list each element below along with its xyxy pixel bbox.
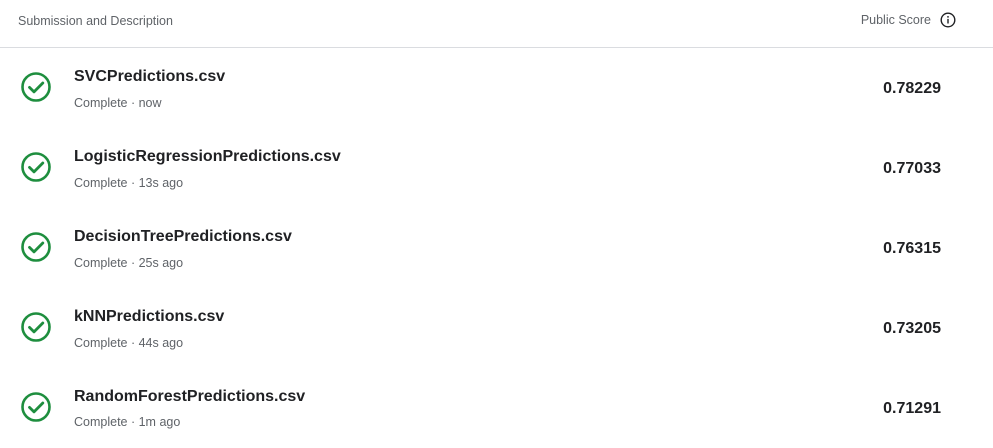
- public-score-label: Public Score: [860, 13, 931, 27]
- submission-row: LogisticRegressionPredictions.csv Comple…: [0, 128, 993, 208]
- submission-status: Complete · 13s ago: [74, 176, 184, 190]
- submission-status: Complete · 1m ago: [74, 415, 181, 429]
- check-circle-icon: [21, 72, 51, 102]
- score-column-header: Public Score: [861, 12, 956, 28]
- check-circle-icon: [21, 392, 51, 422]
- submission-column-header: Submission and Description: [18, 14, 173, 28]
- submission-row: RandomForestPredictions.csv Complete · 1…: [0, 368, 993, 448]
- info-icon[interactable]: [940, 12, 956, 28]
- submission-file-name[interactable]: kNNPredictions.csv: [74, 308, 224, 326]
- check-circle-icon: [21, 232, 51, 262]
- submission-status: Complete · now: [74, 96, 162, 110]
- public-score-value: 0.77033: [883, 160, 941, 177]
- submission-file-name[interactable]: RandomForestPredictions.csv: [74, 388, 305, 406]
- submission-row: SVCPredictions.csv Complete · now 0.7822…: [0, 48, 993, 128]
- submission-file-name[interactable]: DecisionTreePredictions.csv: [74, 228, 292, 246]
- public-score-value: 0.76315: [883, 240, 941, 257]
- submissions-table-header: Submission and Description Public Score: [0, 0, 993, 48]
- submission-status: Complete · 25s ago: [74, 256, 184, 270]
- check-circle-icon: [21, 312, 51, 342]
- submission-file-name[interactable]: LogisticRegressionPredictions.csv: [74, 148, 341, 166]
- public-score-value: 0.71291: [883, 400, 941, 417]
- public-score-value: 0.73205: [883, 320, 941, 337]
- submission-row: kNNPredictions.csv Complete · 44s ago 0.…: [0, 288, 993, 368]
- public-score-value: 0.78229: [883, 80, 941, 97]
- submission-row: DecisionTreePredictions.csv Complete · 2…: [0, 208, 993, 288]
- submission-file-name[interactable]: SVCPredictions.csv: [74, 68, 225, 86]
- submission-status: Complete · 44s ago: [74, 336, 184, 350]
- check-circle-icon: [21, 152, 51, 182]
